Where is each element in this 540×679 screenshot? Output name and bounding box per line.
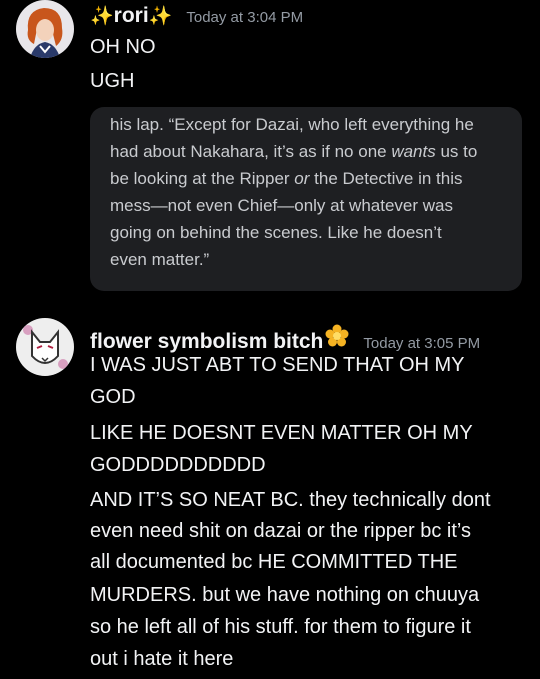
- fox-mask-avatar-icon: [16, 318, 74, 376]
- quote-text: his lap. “Except for Dazai, who left eve…: [110, 111, 510, 273]
- message-line: MURDERS. but we have nothing on chuuya: [90, 584, 480, 606]
- quoted-image-card[interactable]: his lap. “Except for Dazai, who left eve…: [90, 107, 522, 291]
- message-timestamp[interactable]: Today at 3:04 PM: [186, 9, 303, 26]
- sparkle-left-icon: ✨: [90, 6, 114, 27]
- message-line: GODDDDDDDDDD: [90, 454, 266, 476]
- quote-line: mess—not even Chief—only at whatever was: [110, 196, 453, 215]
- quote-line: even matter.”: [110, 250, 210, 269]
- message-line: I WAS JUST ABT TO SEND THAT OH MY: [90, 354, 465, 376]
- author-name[interactable]: rori: [114, 4, 149, 28]
- flower-symbolism-bitch-avatar[interactable]: [16, 318, 74, 376]
- message-line: LIKE HE DOESNT EVEN MATTER OH MY: [90, 422, 473, 444]
- message-line: AND IT’S SO NEAT BC. they technically do…: [90, 489, 491, 511]
- message-line: out i hate it here: [90, 648, 234, 670]
- message-line: GOD: [90, 386, 136, 408]
- sparkle-right-icon: ✨: [148, 6, 173, 27]
- quote-line: his lap. “Except for Dazai, who left eve…: [110, 115, 474, 134]
- rori-avatar[interactable]: [16, 0, 74, 58]
- message-line: OH NO: [90, 36, 156, 58]
- orange-haired-character-avatar-icon: [16, 0, 74, 58]
- quote-line: going on behind the scenes. Like he does…: [110, 223, 442, 242]
- message-line: so he left all of his stuff. for them to…: [90, 616, 471, 638]
- message-line: even need shit on dazai or the ripper bc…: [90, 520, 471, 542]
- quote-line: had about Nakahara, it’s as if no one wa…: [110, 142, 478, 161]
- message-line: UGH: [90, 70, 135, 92]
- message-line: all documented bc HE COMMITTED THE: [90, 551, 458, 573]
- quote-line: be looking at the Ripper or the Detectiv…: [110, 169, 463, 188]
